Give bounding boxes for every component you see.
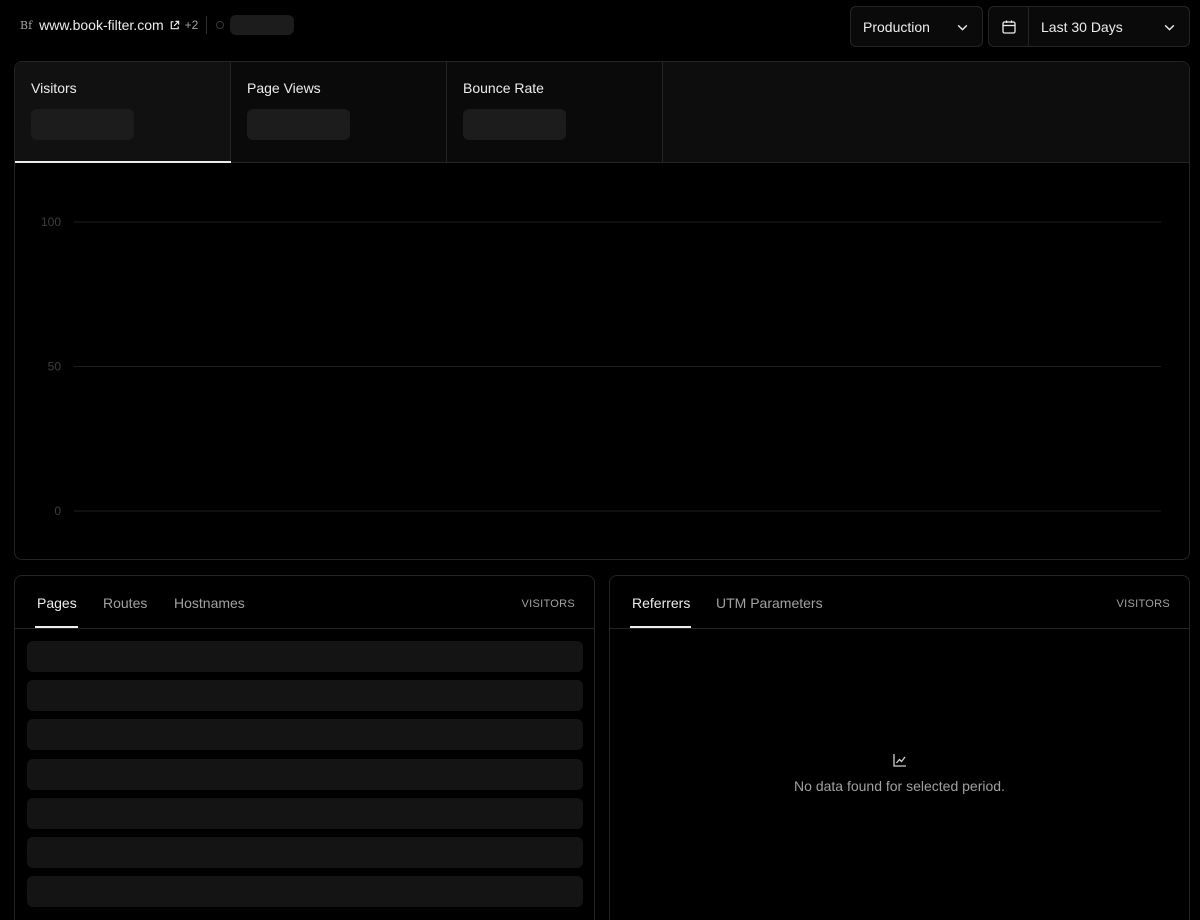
active-tab-indicator: [630, 626, 691, 628]
divider: [206, 16, 208, 34]
metric-label: Bounce Rate: [463, 80, 544, 96]
skeleton-row: [27, 876, 583, 908]
skeleton-row: [27, 719, 583, 751]
metric-tabs: Visitors Page Views Bounce Rate: [15, 62, 1189, 163]
empty-state: No data found for selected period.: [610, 752, 1189, 794]
tab-hostnames[interactable]: Hostnames: [174, 595, 245, 611]
y-tick-label: 100: [41, 215, 61, 229]
skeleton-row: [27, 758, 583, 790]
skeleton-row: [27, 797, 583, 829]
environment-value: Production: [863, 18, 930, 35]
environment-select[interactable]: Production: [850, 6, 983, 47]
tab-pages[interactable]: Pages: [37, 595, 77, 611]
external-link-icon[interactable]: [169, 20, 180, 31]
active-tab-indicator: [35, 626, 78, 628]
line-chart-icon: [892, 752, 908, 773]
empty-state-message: No data found for selected period.: [794, 778, 1005, 794]
status-skeleton: [230, 15, 295, 35]
metric-tabs-filler: [663, 62, 1189, 162]
metric-value-skeleton: [247, 109, 350, 140]
site-favicon: Bf: [20, 18, 33, 32]
chevron-down-icon: [1163, 21, 1176, 39]
top-bar: Bf www.book-filter.com +2 Production Las…: [0, 0, 1200, 56]
skeleton-row: [27, 680, 583, 712]
skeleton-row: [27, 837, 583, 868]
date-range-value: Last 30 Days: [1041, 19, 1123, 35]
chart-svg: 100 50 0: [41, 215, 1161, 518]
status-dot-icon: [216, 21, 225, 29]
date-range-select[interactable]: Last 30 Days: [988, 6, 1190, 47]
project-site: Bf www.book-filter.com +2: [20, 15, 295, 35]
metric-tab-visitors[interactable]: Visitors: [15, 62, 231, 163]
extra-domains-count[interactable]: +2: [185, 18, 199, 32]
metric-value-skeleton: [463, 109, 566, 140]
visitors-column-header: VISITORS: [1116, 598, 1170, 610]
site-domain-link[interactable]: www.book-filter.com: [39, 17, 163, 33]
referrers-panel: Referrers UTM Parameters VISITORS No dat…: [609, 575, 1190, 920]
metric-label: Page Views: [247, 80, 321, 96]
metric-tab-bounce-rate[interactable]: Bounce Rate: [447, 62, 663, 162]
metric-value-skeleton: [31, 109, 134, 140]
tab-routes[interactable]: Routes: [103, 595, 147, 611]
referrers-panel-tabs: Referrers UTM Parameters VISITORS: [610, 576, 1189, 629]
calendar-icon[interactable]: [989, 7, 1029, 46]
visitors-column-header: VISITORS: [521, 598, 575, 610]
y-tick-label: 0: [54, 504, 61, 518]
pages-panel: Pages Routes Hostnames VISITORS: [14, 575, 595, 920]
metric-label: Visitors: [31, 80, 77, 96]
chevron-down-icon: [956, 21, 969, 39]
tab-utm-parameters[interactable]: UTM Parameters: [716, 595, 823, 611]
tab-referrers[interactable]: Referrers: [632, 595, 690, 611]
chart-plot-area: 100 50 0: [15, 163, 1189, 559]
skeleton-row: [27, 641, 583, 672]
pages-panel-tabs: Pages Routes Hostnames VISITORS: [15, 576, 594, 629]
metric-tab-page-views[interactable]: Page Views: [231, 62, 447, 162]
y-tick-label: 50: [48, 360, 62, 374]
analytics-chart-card: Visitors Page Views Bounce Rate 100 50 0: [14, 61, 1190, 560]
